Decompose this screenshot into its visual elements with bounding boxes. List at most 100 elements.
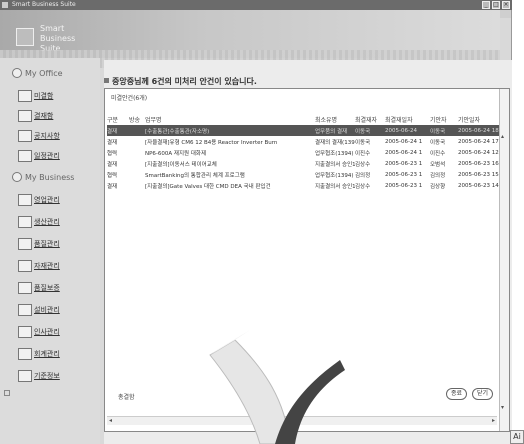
sidebar-item-label: 품질관리	[34, 240, 60, 248]
sidebar-section-business[interactable]: My Business	[12, 172, 74, 182]
horizontal-scrollbar[interactable]: ◂ ▸	[107, 416, 497, 425]
menu-icon	[18, 370, 32, 382]
table-row[interactable]: 결재 [자율결재]유형 CM6 12 B4용 Reactor Inverter B…	[107, 136, 501, 147]
tab-pending-items[interactable]: 미결안건(6개)	[111, 93, 147, 102]
sidebar-item-business-3[interactable]: 자재관리	[18, 260, 60, 272]
column-header[interactable]: 기안자	[430, 115, 458, 124]
table-cell: 2005-06-24 17	[458, 138, 499, 145]
column-header[interactable]: 방송	[129, 115, 145, 124]
scroll-up-icon[interactable]: ▴	[501, 133, 504, 140]
table-cell: 김의정	[355, 172, 371, 179]
table-cell: 이동국	[430, 128, 446, 135]
sidebar-item-label: 자재관리	[34, 262, 60, 270]
table-cell: 김상수	[355, 161, 371, 168]
table-cell: SmartBanking의 통합관리 체계 프로그램	[145, 172, 245, 179]
table-cell: 2005-06-23 1	[385, 171, 423, 178]
table-header: 구분 방송 업무명 최소유명 최결재자 최결재일자 기안자 기안일자	[107, 113, 501, 125]
window-title: Smart Business Suite	[12, 1, 76, 8]
sidebar-item-office-3[interactable]: 일정관리	[18, 150, 60, 162]
column-header[interactable]: 최결재자	[355, 115, 385, 124]
bullet-icon	[104, 78, 109, 83]
sidebar-item-office-1[interactable]: 결재함	[18, 110, 53, 122]
sidebar-item-business-0[interactable]: 영업관리	[18, 194, 60, 206]
table-row[interactable]: 결재 [수출통관]수출통관(자소명) 업무품의 결재 이동국 2005-06-24 이동국…	[107, 125, 501, 136]
table-cell: 김상수	[355, 183, 371, 190]
table-cell: 오범석	[430, 161, 446, 168]
finish-button[interactable]: 종료	[446, 388, 468, 400]
close-button[interactable]: 닫기	[472, 388, 494, 400]
table-cell: 2005-06-23 14	[458, 182, 499, 189]
section-label: My Business	[25, 172, 75, 182]
sidebar-item-business-4[interactable]: 품질보증	[18, 282, 60, 294]
table-cell: 2005-06-24 1	[385, 149, 423, 156]
table-row[interactable]: 결재 [지출결의]Gate Valves 대한 CMD DEA 국내 판입건 지출결…	[107, 180, 501, 191]
table-row[interactable]: 결재 [지출결의]이동서스 테이어교체 지출결의서 승인1 김상수 2005-06-23…	[107, 158, 501, 169]
menu-icon	[18, 238, 32, 250]
vertical-scrollbar[interactable]: ▴ ▾	[499, 89, 509, 431]
sidebar-item-label: 품질보증	[34, 284, 60, 292]
table-cell: 김상향	[430, 183, 446, 190]
sidebar-item-label: 생산관리	[34, 218, 60, 226]
office-icon	[12, 68, 22, 78]
logo-line-1: Smart	[40, 24, 65, 33]
menu-icon	[18, 194, 32, 206]
column-header[interactable]: 최결재일자	[385, 115, 430, 124]
table-cell: 결재의 결재(1394)	[315, 139, 355, 146]
business-icon	[12, 172, 22, 182]
table-cell: NP6-600A 재지원 대화제	[145, 150, 207, 157]
sidebar-item-label: 기준정보	[34, 372, 60, 380]
maximize-button[interactable]: □	[492, 1, 500, 9]
sidebar-item-label: 영업관리	[34, 196, 60, 204]
table-cell: 2005-06-23 1	[385, 182, 423, 189]
sidebar-item-business-2[interactable]: 품질관리	[18, 238, 60, 250]
table-cell: 업무협조(1394)	[315, 172, 354, 179]
sidebar-item-business-7[interactable]: 회계관리	[18, 348, 60, 360]
table-cell: 2005-06-24 1	[385, 138, 423, 145]
table-row[interactable]: 협력 SmartBanking의 통합관리 체계 프로그램 업무협조(1394) 김의…	[107, 169, 501, 180]
menu-icon	[18, 130, 32, 142]
table-cell: 김의정	[430, 172, 446, 179]
table-cell: 2005-06-23 15	[458, 171, 499, 178]
column-header[interactable]: 기안일자	[458, 115, 501, 124]
sidebar-section-office[interactable]: My Office	[12, 68, 63, 78]
app-icon	[2, 2, 8, 8]
sidebar-item-label: 공지사항	[34, 132, 60, 140]
table-cell: 2005-06-24 12	[458, 149, 499, 156]
menu-icon	[18, 90, 32, 102]
scroll-right-icon[interactable]: ▸	[492, 417, 495, 424]
footer-checkbox[interactable]	[4, 390, 10, 396]
logo-icon	[16, 28, 34, 46]
minimize-button[interactable]: _	[482, 1, 490, 9]
menu-icon	[18, 348, 32, 360]
window-controls: _ □ ×	[482, 1, 510, 9]
column-header[interactable]: 구분	[107, 115, 129, 124]
table-cell: 협력	[107, 150, 118, 157]
sidebar-item-office-0[interactable]: 미결함	[18, 90, 53, 102]
column-header[interactable]: 업무명	[145, 115, 315, 124]
table-cell: 이동국	[355, 128, 371, 135]
menu-icon	[18, 150, 32, 162]
scroll-down-icon[interactable]: ▾	[501, 404, 504, 411]
sidebar-item-business-1[interactable]: 생산관리	[18, 216, 60, 228]
scroll-left-icon[interactable]: ◂	[109, 417, 112, 424]
sidebar-item-label: 결재함	[34, 112, 54, 120]
column-header[interactable]: 최소유명	[315, 115, 355, 124]
sidebar: My Office 미결함결재함공지사항일정관리 My Business 영업관…	[0, 58, 100, 444]
logo-line-2: Business	[40, 34, 76, 43]
menu-icon	[18, 216, 32, 228]
table-cell: [자율결재]유형 CM6 12 B4용 Reactor Inverter Bur…	[145, 139, 278, 146]
sidebar-item-label: 일정관리	[34, 152, 60, 160]
menu-icon	[18, 304, 32, 316]
sidebar-item-office-2[interactable]: 공지사항	[18, 130, 60, 142]
table-cell: 결재	[107, 128, 118, 135]
sidebar-item-business-5[interactable]: 설비관리	[18, 304, 60, 316]
close-window-button[interactable]: ×	[502, 1, 510, 9]
sidebar-item-business-8[interactable]: 기준정보	[18, 370, 60, 382]
page-scroll-up[interactable]	[499, 10, 511, 18]
table-cell: 이동국	[430, 139, 446, 146]
table-cell: 이진수	[430, 150, 446, 157]
sidebar-item-business-6[interactable]: 인사관리	[18, 326, 60, 338]
table-row[interactable]: 협력 NP6-600A 재지원 대화제 업무협조(1394) 이진수 2005-06-2…	[107, 147, 501, 158]
menu-icon	[18, 282, 32, 294]
table-cell: 2005-06-24 18	[458, 127, 499, 134]
